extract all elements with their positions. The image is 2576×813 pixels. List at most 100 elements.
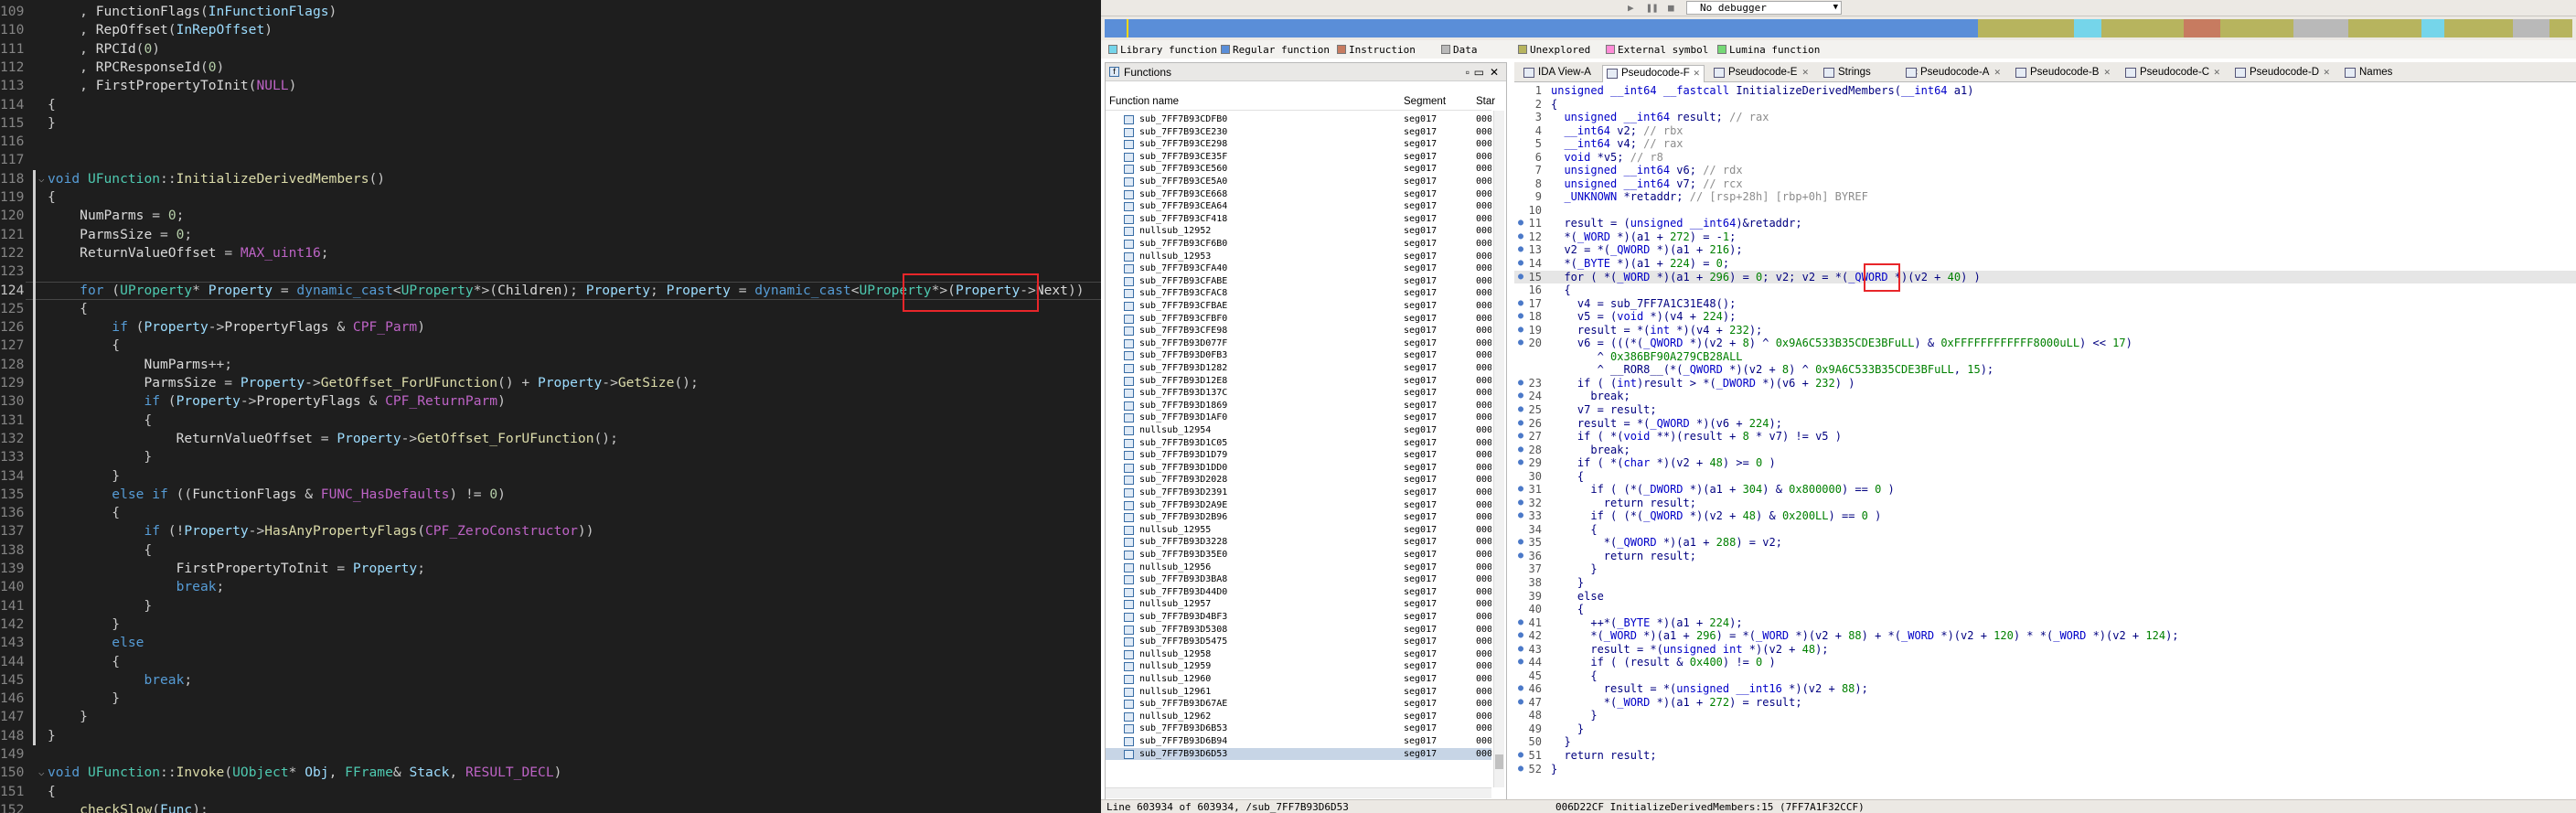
pseudocode-line[interactable]: ● 47 *(_WORD *)(a1 + 272) = result;: [1514, 696, 2576, 710]
function-row[interactable]: sub_7FF7B93D6D53 seg017 000C: [1106, 747, 1491, 761]
pseudocode-line[interactable]: 2{: [1514, 98, 2576, 112]
column-header-2[interactable]: Star: [1476, 96, 1495, 107]
pseudocode-line[interactable]: ● 32 return result;: [1514, 497, 2576, 510]
function-row[interactable]: sub_7FF7B93D2A9E seg017 000C: [1106, 499, 1491, 512]
fold-chevron-icon[interactable]: ⌵: [38, 764, 45, 782]
function-row[interactable]: nullsub_12961 seg017 000C: [1106, 686, 1491, 699]
close-icon[interactable]: ✕: [2103, 65, 2111, 80]
pseudocode-line[interactable]: 4 __int64 v2; // rbx: [1514, 124, 2576, 138]
function-row[interactable]: sub_7FF7B93CDFB0 seg017 000C: [1106, 113, 1491, 126]
code-line[interactable]: 147 }: [0, 708, 1101, 726]
function-row[interactable]: nullsub_12962 seg017 000C: [1106, 711, 1491, 723]
pseudocode-line[interactable]: 40 {: [1514, 603, 2576, 616]
pseudocode-line[interactable]: ● 13 v2 = *(_QWORD *)(a1 + 216);: [1514, 243, 2576, 257]
code-line[interactable]: 117: [0, 151, 1101, 169]
pseudocode-line[interactable]: ● 43 result = *(unsigned int *)(v2 + 48);: [1514, 643, 2576, 657]
code-line[interactable]: 115}: [0, 114, 1101, 133]
code-line[interactable]: 110 , RepOffset(InRepOffset): [0, 21, 1101, 39]
pseudocode-line[interactable]: ● 33 if ( (*(_QWORD *)(v2 + 48) & 0x200LL…: [1514, 509, 2576, 523]
code-line[interactable]: 144 {: [0, 653, 1101, 671]
code-line[interactable]: 150 ⌵ void UFunction::Invoke(UObject* Obj,…: [0, 764, 1101, 782]
tab-names[interactable]: Names: [2341, 65, 2396, 82]
code-line[interactable]: 122 ReturnValueOffset = MAX_uint16;: [0, 244, 1101, 262]
pseudocode-line[interactable]: 34 {: [1514, 523, 2576, 537]
function-row[interactable]: sub_7FF7B93CE560 seg017 000C: [1106, 163, 1491, 176]
function-row[interactable]: sub_7FF7B93CE668 seg017 000C: [1106, 188, 1491, 201]
function-row[interactable]: sub_7FF7B93D137C seg017 000C: [1106, 387, 1491, 400]
function-row[interactable]: sub_7FF7B93CFBAE seg017 000C: [1106, 300, 1491, 313]
function-row[interactable]: sub_7FF7B93CE35F seg017 000C: [1106, 151, 1491, 164]
tab-pseudocode-f[interactable]: Pseudocode-F ✕: [1602, 65, 1705, 82]
function-row[interactable]: sub_7FF7B93D5308 seg017 000C: [1106, 624, 1491, 636]
pseudocode-line[interactable]: ● 26 result = *(_QWORD *)(v6 + 224);: [1514, 417, 2576, 431]
pseudocode-line[interactable]: 9 _UNKNOWN *retaddr; // [rsp+28h] [rbp+0…: [1514, 190, 2576, 204]
function-row[interactable]: sub_7FF7B93CF6B0 seg017 000C: [1106, 238, 1491, 251]
function-row[interactable]: nullsub_12959 seg017 000C: [1106, 660, 1491, 673]
function-row[interactable]: sub_7FF7B93D1C05 seg017 000C: [1106, 437, 1491, 450]
function-row[interactable]: sub_7FF7B93D6B94 seg017 000C: [1106, 735, 1491, 748]
pseudocode-line[interactable]: 48 }: [1514, 709, 2576, 722]
pseudocode-line[interactable]: 6 void *v5; // r8: [1514, 151, 2576, 165]
code-line[interactable]: 146 }: [0, 690, 1101, 708]
function-row[interactable]: sub_7FF7B93D35E0 seg017 000C: [1106, 549, 1491, 562]
function-row[interactable]: sub_7FF7B93D0FB3 seg017 000C: [1106, 349, 1491, 362]
column-header-1[interactable]: Segment: [1404, 96, 1446, 107]
pseudocode-line[interactable]: ^ __ROR8__(*(_QWORD *)(v2 + 8) ^ 0x9A6C5…: [1514, 363, 2576, 377]
pseudocode-line[interactable]: ● 51 return result;: [1514, 749, 2576, 763]
pseudocode-line[interactable]: 49 }: [1514, 722, 2576, 736]
pseudocode-line[interactable]: ● 52}: [1514, 763, 2576, 776]
code-line[interactable]: 119 {: [0, 188, 1101, 207]
pseudocode-line[interactable]: ^ 0x386BF90A279CB28ALL: [1514, 350, 2576, 364]
function-row[interactable]: sub_7FF7B93D2028 seg017 000C: [1106, 474, 1491, 487]
function-row[interactable]: sub_7FF7B93D1AF0 seg017 000C: [1106, 412, 1491, 424]
pause-icon[interactable]: ❚❚: [1646, 2, 1658, 14]
tab-pseudocode-d[interactable]: Pseudocode-D ✕: [2231, 65, 2334, 82]
function-row[interactable]: sub_7FF7B93CF418 seg017 000C: [1106, 213, 1491, 226]
pseudocode-line[interactable]: 39 else: [1514, 590, 2576, 604]
pseudocode-line[interactable]: ● 12 *(_WORD *)(a1 + 272) = -1;: [1514, 230, 2576, 244]
functions-panel[interactable]: f Functions ▫ ▭ ✕ Function name Segment St…: [1105, 62, 1507, 801]
pseudocode-line[interactable]: ● 31 if ( (*(_DWORD *)(a1 + 304) & 0x8000…: [1514, 483, 2576, 497]
close-icon[interactable]: ✕: [1993, 65, 2001, 80]
function-row[interactable]: sub_7FF7B93CFABE seg017 000C: [1106, 275, 1491, 288]
function-row[interactable]: sub_7FF7B93CE298 seg017 000C: [1106, 138, 1491, 151]
pseudocode-line[interactable]: 45 {: [1514, 669, 2576, 683]
code-line[interactable]: 118 ⌵ void UFunction::InitializeDerivedMem…: [0, 170, 1101, 188]
pseudocode-line[interactable]: ● 36 return result;: [1514, 550, 2576, 563]
close-icon[interactable]: ✕: [1490, 63, 1499, 81]
code-line[interactable]: 109 , FunctionFlags(InFunctionFlags): [0, 3, 1101, 21]
pseudocode-line[interactable]: ● 28 break;: [1514, 444, 2576, 457]
function-row[interactable]: sub_7FF7B93D44D0 seg017 000C: [1106, 586, 1491, 599]
code-line[interactable]: 148}: [0, 727, 1101, 745]
code-line[interactable]: 142 }: [0, 615, 1101, 634]
code-line[interactable]: 140 break;: [0, 578, 1101, 596]
close-icon[interactable]: ✕: [2213, 65, 2220, 80]
scrollbar-thumb[interactable]: [1495, 754, 1503, 769]
close-icon[interactable]: ✕: [1693, 66, 1700, 81]
code-line[interactable]: 152 checkSlow(Func);: [0, 801, 1101, 813]
pseudocode-line[interactable]: ● 15 for ( *(_WORD *)(a1 + 296) = 0; v2; …: [1514, 270, 2576, 284]
code-line[interactable]: 149: [0, 745, 1101, 764]
code-line[interactable]: 132 ReturnValueOffset = Property->GetOff…: [0, 430, 1101, 448]
function-row[interactable]: sub_7FF7B93D1D79 seg017 000C: [1106, 449, 1491, 462]
restore-window-icon[interactable]: ▭: [1474, 63, 1484, 81]
pseudocode-line[interactable]: 38 }: [1514, 576, 2576, 590]
function-row[interactable]: nullsub_12958 seg017 000C: [1106, 648, 1491, 661]
pseudocode-line[interactable]: 16 {: [1514, 283, 2576, 297]
function-row[interactable]: nullsub_12956 seg017 000C: [1106, 562, 1491, 574]
pseudocode-line[interactable]: ● 23 if ( (int)result > *(_DWORD *)(v6 + …: [1514, 377, 2576, 390]
pseudocode-line[interactable]: 10: [1514, 204, 2576, 218]
functions-vertical-scrollbar[interactable]: [1493, 111, 1504, 787]
pseudocode-line[interactable]: 7 unsigned __int64 v6; // rdx: [1514, 164, 2576, 177]
navigation-band-graphic[interactable]: [1105, 19, 2572, 37]
code-line[interactable]: 143 else: [0, 634, 1101, 652]
code-line[interactable]: 113 , FirstPropertyToInit(NULL): [0, 77, 1101, 95]
function-row[interactable]: sub_7FF7B93D4BF3 seg017 000C: [1106, 611, 1491, 624]
code-line[interactable]: 114 {: [0, 96, 1101, 114]
pseudocode-line[interactable]: 37 }: [1514, 562, 2576, 576]
tab-pseudocode-a[interactable]: Pseudocode-A ✕: [1902, 65, 2004, 82]
pseudocode-line[interactable]: ● 14 *(_BYTE *)(a1 + 224) = 0;: [1514, 257, 2576, 271]
function-row[interactable]: nullsub_12957 seg017 000C: [1106, 598, 1491, 611]
code-line[interactable]: 121 ParmsSize = 0;: [0, 226, 1101, 244]
code-line[interactable]: 138 {: [0, 541, 1101, 560]
